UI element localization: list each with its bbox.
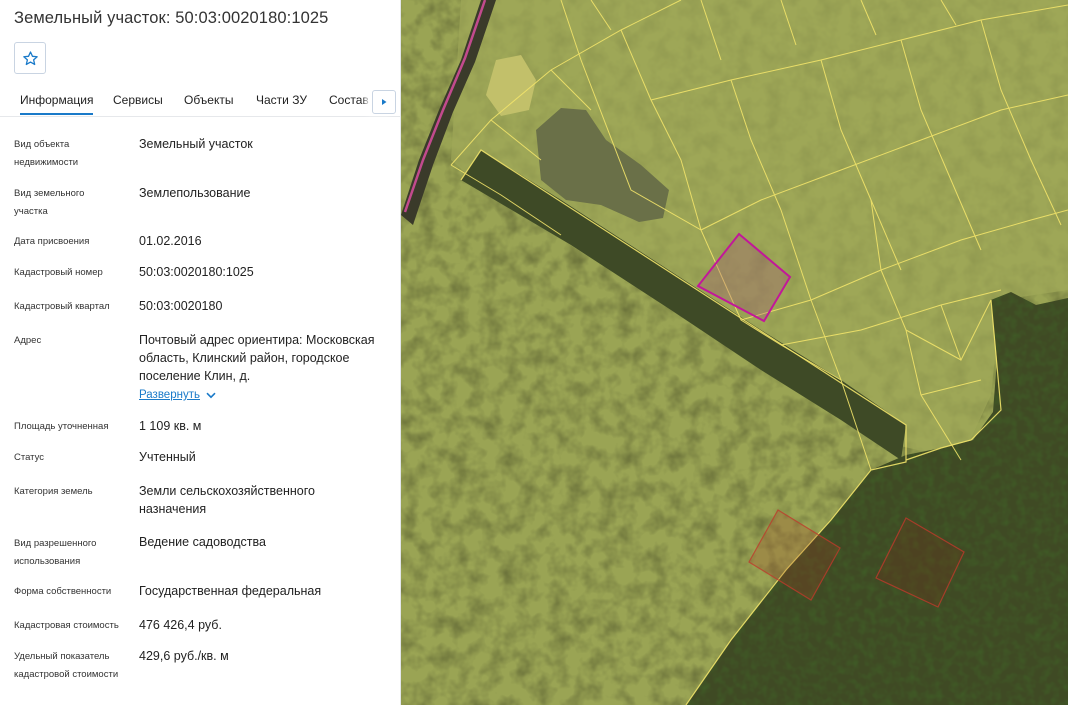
label-address: Адрес: [14, 335, 42, 346]
value-cadastral-value: 476 426,4 руб.: [139, 618, 222, 632]
label-land-type: Вид земельного участка: [14, 188, 85, 217]
label-ownership: Форма собственности: [14, 586, 112, 597]
value-permitted-use: Ведение садоводства: [139, 535, 266, 549]
label-cadastral-value: Кадастровая стоимость: [14, 620, 119, 631]
value-cadastral-number: 50:03:0020180:1025: [139, 265, 254, 279]
label-specific-value: Удельный показатель кадастровой стоимост…: [14, 651, 119, 680]
value-object-type: Земельный участок: [139, 137, 253, 151]
satellite-map[interactable]: [401, 0, 1068, 705]
expand-address-link[interactable]: Развернуть: [139, 389, 216, 401]
favorite-button[interactable]: [14, 42, 46, 74]
value-land-type: Землепользование: [139, 186, 251, 200]
label-land-category: Категория земель: [14, 486, 93, 497]
label-area: Площадь уточненная: [14, 421, 109, 432]
tab-bar: Информация Сервисы Объекты Части ЗУ Сост…: [0, 84, 400, 117]
value-land-category: Земли сельскохозяйственного назначения: [139, 484, 315, 516]
value-status: Учтенный: [139, 450, 196, 464]
label-permitted-use: Вид разрешенного использования: [14, 538, 97, 567]
label-cadastral-number: Кадастровый номер: [14, 267, 103, 278]
value-address: Почтовый адрес ориентира: Московская обл…: [139, 333, 375, 383]
value-area: 1 109 кв. м: [139, 419, 202, 433]
map-canvas[interactable]: [401, 0, 1068, 705]
value-specific-value: 429,6 руб./кв. м: [139, 649, 229, 663]
tab-land-parts[interactable]: Части ЗУ: [256, 93, 307, 107]
value-cadastral-quarter: 50:03:0020180: [139, 299, 223, 313]
label-cadastral-quarter: Кадастровый квартал: [14, 301, 110, 312]
value-ownership: Государственная федеральная: [139, 584, 322, 598]
triangle-right-icon: [382, 99, 387, 105]
star-icon: [22, 50, 38, 65]
tab-objects[interactable]: Объекты: [184, 93, 234, 107]
label-object-type: Вид объекта недвижимости: [14, 139, 79, 168]
info-panel: Земельный участок: 50:03:0020180:1025 Ин…: [0, 0, 401, 705]
label-status: Статус: [14, 452, 45, 463]
tab-information[interactable]: Информация: [20, 93, 94, 115]
tab-services[interactable]: Сервисы: [113, 93, 163, 107]
page-title: Земельный участок: 50:03:0020180:1025: [14, 9, 329, 27]
expand-link-label: Развернуть: [139, 389, 200, 401]
label-assignment-date: Дата присвоения: [14, 236, 90, 247]
value-assignment-date: 01.02.2016: [139, 234, 202, 248]
chevron-down-icon: [206, 392, 216, 398]
tabs-scroll-right-button[interactable]: [372, 90, 396, 114]
